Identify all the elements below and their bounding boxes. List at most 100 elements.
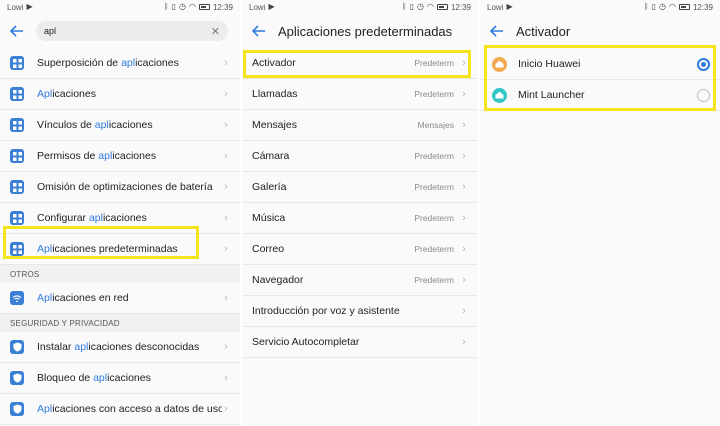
search-result-item[interactable]: Configurar aplicaciones ›	[0, 203, 240, 234]
result-label-text: icaciones	[112, 150, 157, 162]
battery-icon	[436, 4, 448, 10]
chevron-right-icon: ›	[462, 212, 466, 224]
back-arrow-icon[interactable]	[250, 22, 268, 40]
page-title: Activador	[516, 23, 571, 39]
default-apps-header: Aplicaciones predeterminadas	[242, 14, 478, 48]
default-app-row[interactable]: Mensajes Mensajes ›	[242, 110, 478, 141]
search-result-item[interactable]: Aplicaciones ›	[0, 79, 240, 110]
chevron-right-icon: ›	[224, 57, 228, 69]
result-label-match: Apl	[37, 243, 53, 255]
wifi-icon: ◠	[426, 2, 434, 11]
status-bar: Lowi ▶ ᛒ ▯ ◷ ◠ 12:39	[480, 0, 720, 14]
launcher-options: Inicio Huawei Mint Launcher	[480, 48, 720, 111]
result-label-text: icaciones	[52, 88, 96, 100]
default-app-label: Galería	[252, 181, 287, 193]
result-label-text: icaciones con acceso a datos de uso	[52, 403, 222, 415]
launcher-option[interactable]: Inicio Huawei	[480, 49, 720, 80]
default-app-row[interactable]: Servicio Autocompletar ›	[242, 327, 478, 358]
result-label: Configurar aplicaciones	[37, 212, 222, 224]
default-app-label: Cámara	[252, 150, 290, 162]
clock: 12:39	[212, 2, 233, 12]
page-title: Aplicaciones predeterminadas	[278, 23, 453, 39]
default-app-value: Predeterm	[414, 244, 454, 254]
chevron-right-icon: ›	[224, 341, 228, 353]
search-results: Superposición de aplicaciones › Aplicacion…	[0, 48, 240, 425]
result-label-text: icaciones	[135, 57, 179, 69]
search-result-item[interactable]: Instalar aplicaciones desconocidas ›	[0, 332, 240, 363]
result-label: Instalar aplicaciones desconocidas	[37, 341, 222, 353]
apps-grid-icon	[10, 87, 24, 101]
back-arrow-icon[interactable]	[488, 22, 506, 40]
chevron-right-icon: ›	[462, 336, 466, 348]
result-label-text: icaciones desconocidas	[88, 341, 200, 353]
result-label-match: apl	[88, 212, 103, 224]
clear-search-icon[interactable]: ✕	[211, 25, 220, 38]
radio-selected[interactable]	[697, 57, 710, 71]
result-label-text: Vínculos de	[37, 119, 95, 131]
default-app-row[interactable]: Galería Predeterm ›	[242, 172, 478, 203]
result-label-text: Permisos de	[37, 150, 99, 162]
search-result-item[interactable]: Aplicaciones predeterminadas ›	[0, 234, 240, 265]
status-bar: Lowi ▶ ᛒ ▯ ◷ ◠ 12:39	[242, 0, 478, 14]
wifi-icon: ◠	[668, 2, 676, 11]
result-label: Aplicaciones en red	[37, 292, 222, 304]
result-label-text: Instalar	[37, 341, 75, 353]
default-app-label: Navegador	[252, 274, 304, 286]
radio-unselected[interactable]	[697, 88, 710, 102]
default-app-value: Predeterm	[414, 182, 454, 192]
search-result-item[interactable]: Permisos de aplicaciones ›	[0, 141, 240, 172]
search-result-item[interactable]: Aplicaciones con acceso a datos de uso ›	[0, 394, 240, 425]
search-query[interactable]: apl	[44, 26, 211, 36]
back-arrow-icon[interactable]	[8, 22, 26, 40]
default-app-value: Predeterm	[414, 151, 454, 161]
default-app-row[interactable]: Cámara Predeterm ›	[242, 141, 478, 172]
alarm-icon: ◷	[659, 2, 666, 11]
default-app-value: Mensajes	[417, 120, 454, 130]
chevron-right-icon: ›	[224, 119, 228, 131]
carrier-label: Lowi	[7, 2, 24, 12]
result-label: Bloqueo de aplicaciones	[37, 372, 222, 384]
search-result-item[interactable]: Omisión de optimizaciones de batería ›	[0, 172, 240, 203]
result-label: Aplicaciones	[37, 88, 222, 100]
launcher-option[interactable]: Mint Launcher	[480, 80, 720, 111]
play-store-icon: ▶	[506, 2, 513, 11]
default-app-row[interactable]: Música Predeterm ›	[242, 203, 478, 234]
search-result-item[interactable]: Superposición de aplicaciones ›	[0, 48, 240, 79]
default-app-row[interactable]: Introducción por voz y asistente ›	[242, 296, 478, 327]
result-label-match: Apl	[37, 403, 53, 415]
default-app-row[interactable]: Navegador Predeterm ›	[242, 265, 478, 296]
result-label-text: Omisión de optimizaciones de batería	[37, 181, 213, 193]
result-label-match: apl	[93, 372, 108, 384]
section-header-otros: OTROS	[0, 265, 240, 283]
status-bar: Lowi ▶ ᛒ ▯ ◷ ◠ 12:39	[0, 0, 240, 14]
result-label-text: icaciones	[108, 119, 153, 131]
result-label-text: icaciones en red	[52, 292, 129, 304]
result-label-text: Configurar	[37, 212, 89, 224]
chevron-right-icon: ›	[224, 88, 228, 100]
default-app-row[interactable]: Llamadas Predeterm ›	[242, 79, 478, 110]
chevron-right-icon: ›	[224, 243, 228, 255]
chevron-right-icon: ›	[462, 181, 466, 193]
search-result-item[interactable]: Vínculos de aplicaciones ›	[0, 110, 240, 141]
mint-launcher-icon	[492, 87, 507, 103]
chevron-right-icon: ›	[462, 57, 466, 69]
network-app-icon	[10, 291, 24, 305]
apps-grid-icon	[10, 211, 24, 225]
apps-grid-icon	[10, 149, 24, 163]
alarm-icon: ◷	[179, 2, 186, 11]
chevron-right-icon: ›	[462, 119, 466, 131]
shield-icon	[10, 340, 24, 354]
default-app-row[interactable]: Correo Predeterm ›	[242, 234, 478, 265]
search-result-item[interactable]: Bloqueo de aplicaciones ›	[0, 363, 240, 394]
default-app-value: Predeterm	[414, 275, 454, 285]
chevron-right-icon: ›	[224, 292, 228, 304]
result-label-match: apl	[94, 119, 109, 131]
default-app-row[interactable]: Activador Predeterm ›	[242, 48, 478, 79]
chevron-right-icon: ›	[224, 212, 228, 224]
default-app-value: Predeterm	[414, 89, 454, 99]
search-result-item[interactable]: Aplicaciones en red ›	[0, 283, 240, 314]
search-input[interactable]: apl ✕	[36, 21, 228, 41]
bluetooth-icon: ᛒ	[163, 2, 169, 11]
default-app-value: Predeterm	[414, 58, 454, 68]
chevron-right-icon: ›	[224, 403, 228, 415]
